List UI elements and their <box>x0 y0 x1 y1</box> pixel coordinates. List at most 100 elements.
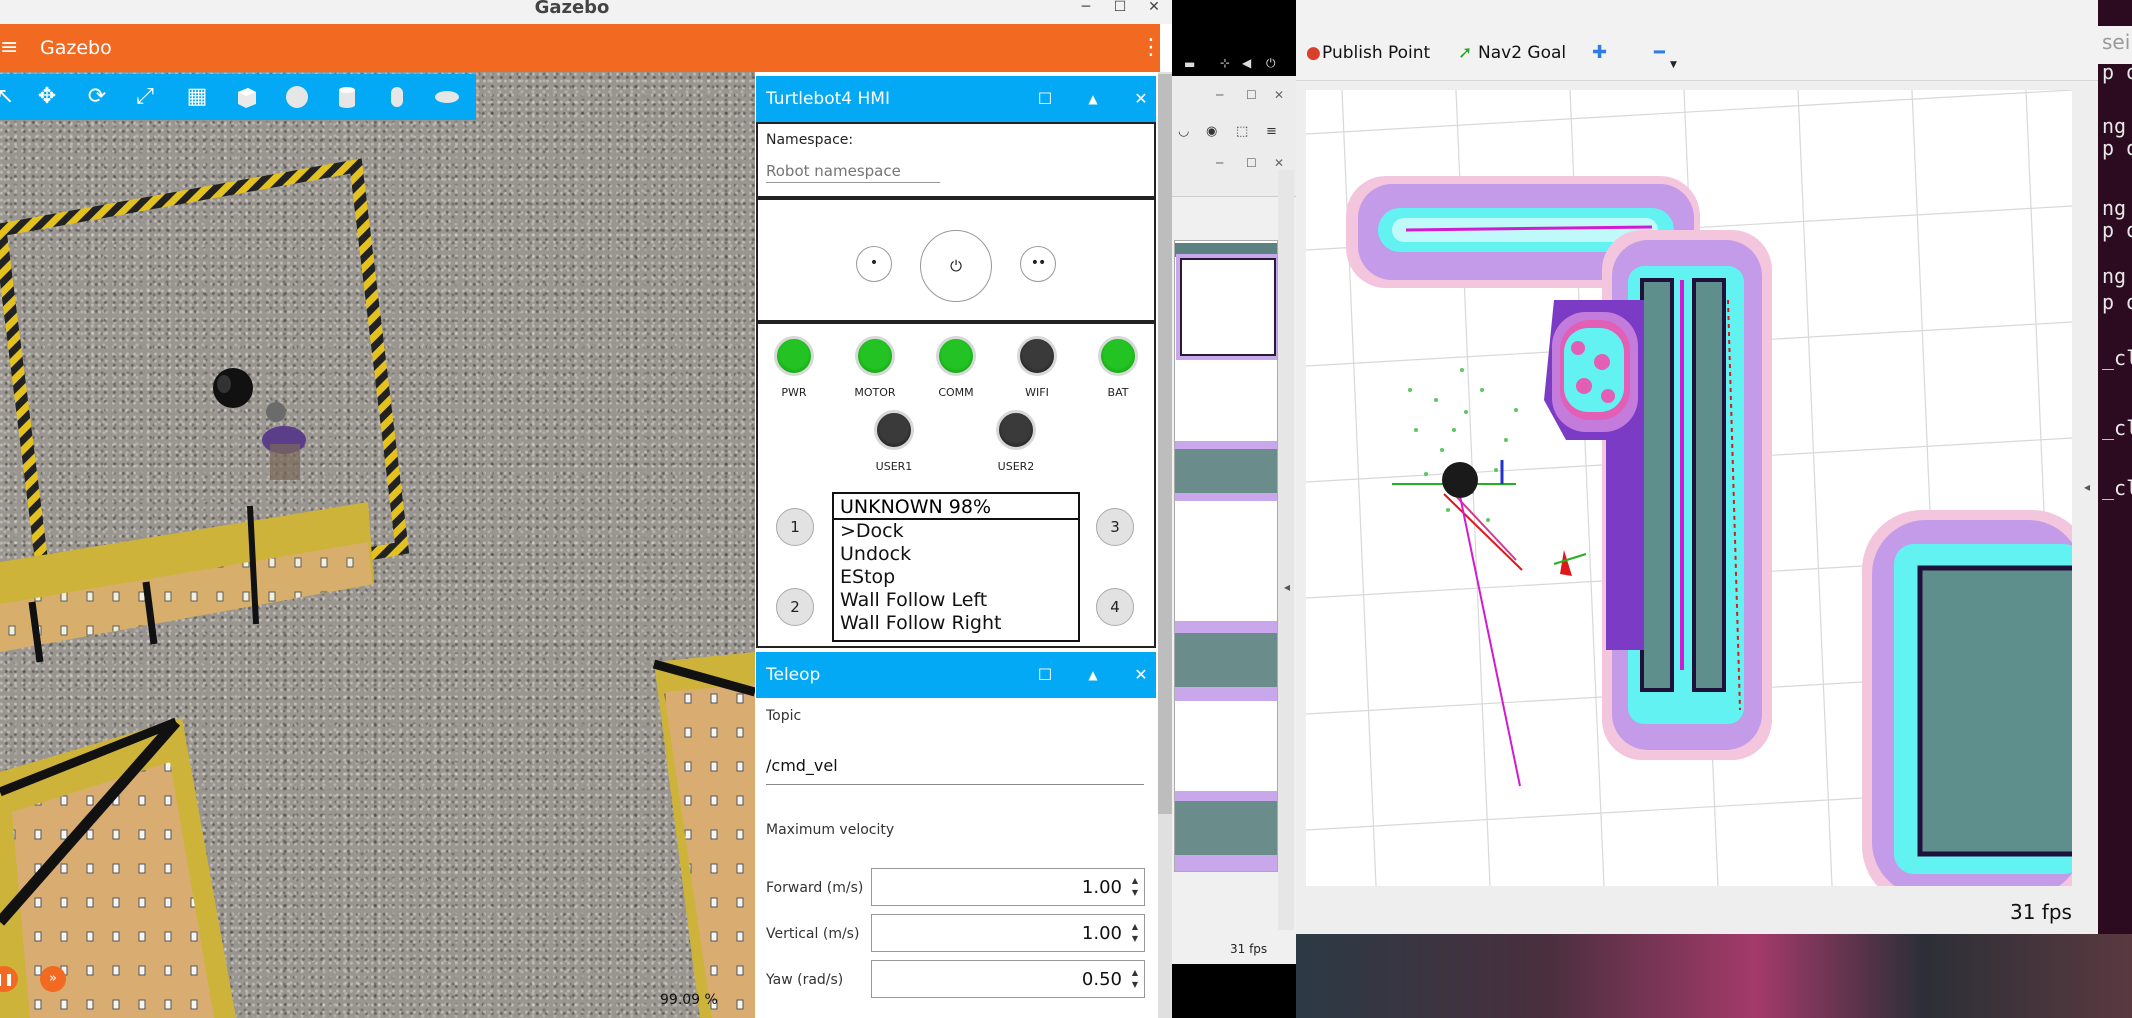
extensions-icon[interactable]: ⬚ <box>1236 124 1248 139</box>
topic-label: Topic <box>766 708 802 724</box>
hmi-panel-header: Turtlebot4 HMI ☐ ▲ ✕ <box>756 76 1156 122</box>
desktop-wallpaper <box>1296 934 2132 1018</box>
collapse-panel-icon[interactable]: ▲ <box>1078 76 1108 122</box>
namespace-input[interactable] <box>766 160 940 183</box>
hmi-button-2[interactable]: 2 <box>776 588 814 626</box>
topic-input[interactable]: /cmd_vel <box>766 748 1144 785</box>
hmi-button-3[interactable]: 3 <box>1096 508 1134 546</box>
map-pin-icon[interactable]: ● <box>1306 26 1321 80</box>
max-icon[interactable]: ☐ <box>1246 156 1257 170</box>
account-icon[interactable]: ◉ <box>1206 124 1217 139</box>
spin-up-icon[interactable]: ▲ <box>1130 922 1140 932</box>
robot-marker <box>1442 462 1478 498</box>
maximize-button[interactable]: ☐ <box>1108 0 1132 14</box>
close-icon[interactable]: ✕ <box>1274 88 1284 102</box>
hmi-display: UNKNOWN 98% >Dock Undock EStop Wall Foll… <box>832 492 1080 642</box>
min-icon[interactable]: ─ <box>1216 156 1223 170</box>
maximize-panel-icon[interactable]: ☐ <box>1030 652 1060 698</box>
display-status: UNKNOWN 98% <box>834 494 1078 520</box>
box-icon[interactable] <box>232 82 262 112</box>
comm-led-label: COMM <box>938 386 974 399</box>
forward-spinbox[interactable]: 1.00 ▲ ▼ <box>871 868 1145 906</box>
collapse-arrow-icon[interactable]: ◂ <box>1284 580 1290 594</box>
select-icon[interactable]: ↖ <box>0 82 20 112</box>
menu-item-wall-follow-right[interactable]: Wall Follow Right <box>840 612 1001 635</box>
capsule-icon[interactable] <box>382 82 412 112</box>
teleop-title: Teleop <box>766 665 821 685</box>
sphere-icon[interactable] <box>282 82 312 112</box>
bat-led-label: BAT <box>1107 386 1129 399</box>
hmi-button-4[interactable]: 4 <box>1096 588 1134 626</box>
menu-item-wall-follow-left[interactable]: Wall Follow Left <box>840 589 987 612</box>
ellipsoid-icon[interactable] <box>432 82 462 112</box>
spin-up-icon[interactable]: ▲ <box>1130 876 1140 886</box>
collapse-panel-icon[interactable]: ▲ <box>1078 652 1108 698</box>
translate-icon[interactable]: ✥ <box>32 82 62 112</box>
teleop-panel-header: Teleop ☐ ▲ ✕ <box>756 652 1156 698</box>
min-icon[interactable]: ─ <box>1216 88 1223 102</box>
spin-down-icon[interactable]: ▼ <box>1130 980 1140 990</box>
minimize-button[interactable]: ─ <box>1074 0 1098 14</box>
nav2-goal-tool[interactable]: Nav2 Goal <box>1478 26 1566 80</box>
gazebo-appbar: ≡ Gazebo ⋮ <box>0 24 1162 72</box>
teleop-body: Topic /cmd_vel Maximum velocity Forward … <box>756 698 1158 1018</box>
hmi-led-card: PWR MOTOR COMM WIFI BAT USER1 USER2 1 2 … <box>756 322 1156 648</box>
spin-up-icon[interactable]: ▲ <box>1130 968 1140 978</box>
hmi-button-1[interactable]: 1 <box>776 508 814 546</box>
dropdown-arrow-icon[interactable]: ▼ <box>1670 60 1677 70</box>
snap-icon[interactable]: ⤢ <box>130 82 160 112</box>
more-vert-icon[interactable]: ⋮ <box>1140 36 1162 60</box>
close-button[interactable]: ✕ <box>1142 0 1166 14</box>
scene-graphics <box>0 158 755 1018</box>
cylinder-icon[interactable] <box>332 82 362 112</box>
close-icon[interactable]: ✕ <box>1274 156 1284 170</box>
terminal-line: ng m <box>2102 114 2132 138</box>
spin-down-icon[interactable]: ▼ <box>1130 888 1140 898</box>
user2-led-label: USER2 <box>997 460 1035 473</box>
terminal-line: _cli <box>2102 346 2132 370</box>
network-icon: ⊹ <box>1220 56 1231 70</box>
hmi-buttons-card: • ⏻ •• <box>756 198 1156 322</box>
close-panel-icon[interactable]: ✕ <box>1126 652 1156 698</box>
wifi-led-label: WIFI <box>1025 386 1049 399</box>
browser-scrollbar[interactable] <box>1278 170 1294 930</box>
terminal-line: p on <box>2102 136 2132 160</box>
menu-icon[interactable]: ≡ <box>0 36 18 60</box>
max-icon[interactable]: ☐ <box>1246 88 1257 102</box>
publish-point-tool[interactable]: Publish Point <box>1322 26 1430 80</box>
menu-item-dock[interactable]: >Dock <box>840 520 904 543</box>
menu-item-undock[interactable]: Undock <box>840 543 911 566</box>
vertical-spinbox[interactable]: 1.00 ▲ ▼ <box>871 914 1145 952</box>
collapse-arrow-icon[interactable]: ◂ <box>2084 480 2090 494</box>
minus-icon[interactable]: ━ <box>1654 26 1665 80</box>
grid-icon[interactable]: ▦ <box>182 82 212 112</box>
user1-led-label: USER1 <box>875 460 913 473</box>
rviz-toolbar: ● Publish Point ➚ Nav2 Goal ✚ ━ ▼ <box>1296 26 2098 81</box>
rviz-map-viewport[interactable] <box>1306 90 2072 886</box>
plus-icon[interactable]: ✚ <box>1592 26 1607 80</box>
panel-scrollbar-thumb[interactable] <box>1158 74 1172 814</box>
power-button[interactable]: ⏻ <box>920 230 992 302</box>
menu-item-estop[interactable]: EStop <box>840 566 895 589</box>
rotate-icon[interactable]: ⟳ <box>82 82 112 112</box>
volume-icon: ◀ <box>1242 56 1252 70</box>
yaw-spinbox[interactable]: 0.50 ▲ ▼ <box>871 960 1145 998</box>
maximize-panel-icon[interactable]: ☐ <box>1030 76 1060 122</box>
terminal-window: seil p on ng m p on ng m p on ng m p on … <box>2098 0 2132 934</box>
forward-value: 1.00 <box>1081 877 1122 898</box>
button-1-dot[interactable]: • <box>856 246 892 282</box>
pocket-icon[interactable]: ◡ <box>1178 124 1189 139</box>
step-forward-icon[interactable]: » <box>40 966 66 992</box>
pwr-led-label: PWR <box>781 386 807 399</box>
goal-arrow-icon[interactable]: ➚ <box>1458 26 1472 80</box>
terminal-line: p on <box>2102 290 2132 314</box>
spin-down-icon[interactable]: ▼ <box>1130 934 1140 944</box>
pwr-led <box>774 336 814 376</box>
scene-3d-viewport[interactable] <box>0 72 755 1018</box>
motor-led <box>855 336 895 376</box>
button-2-dots[interactable]: •• <box>1020 246 1056 282</box>
close-panel-icon[interactable]: ✕ <box>1126 76 1156 122</box>
hamburger-menu-icon[interactable]: ≡ <box>1266 124 1277 139</box>
terminal-search[interactable]: seil <box>2098 26 2132 64</box>
comm-led <box>936 336 976 376</box>
